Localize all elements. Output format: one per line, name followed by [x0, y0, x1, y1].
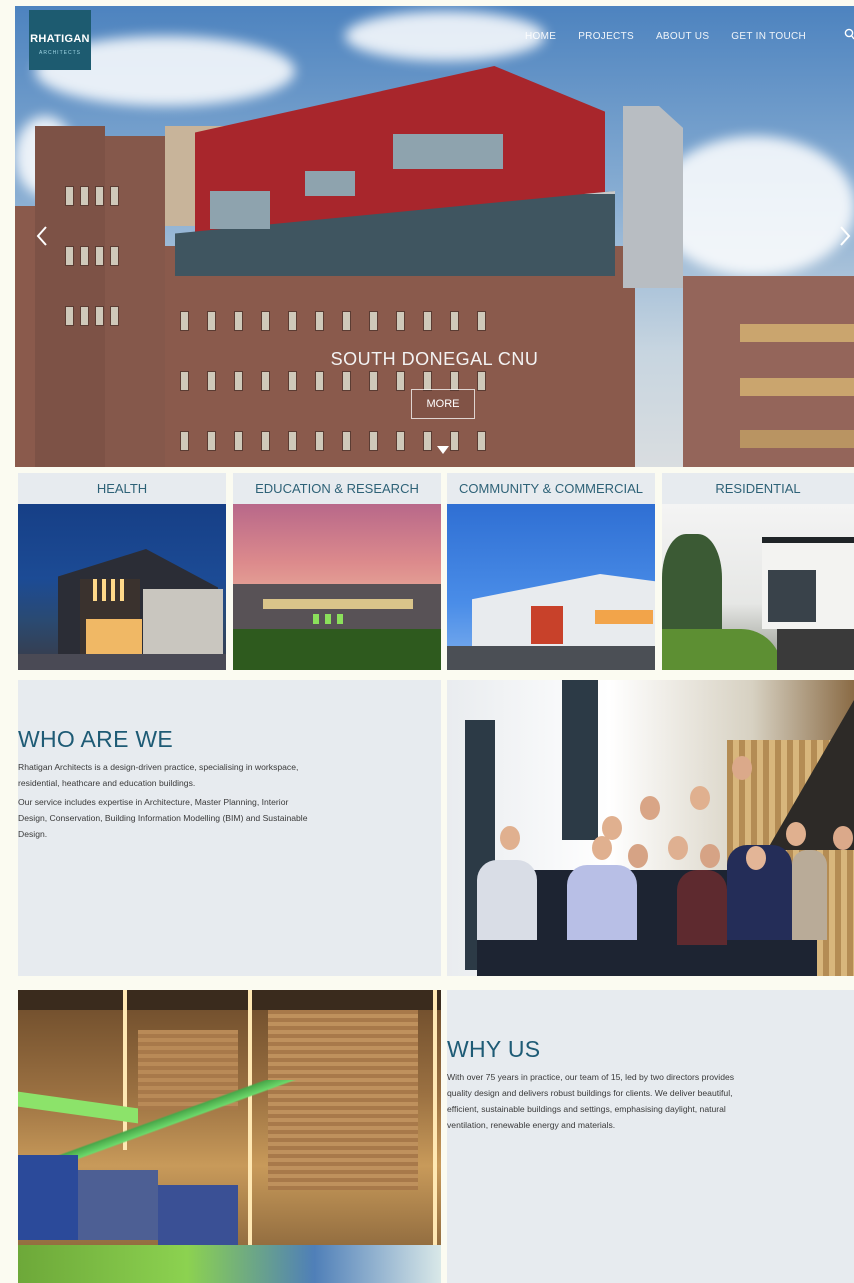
- more-button[interactable]: MORE: [411, 389, 475, 419]
- why-paragraph: With over 75 years in practice, our team…: [447, 1072, 735, 1130]
- category-label: COMMUNITY & COMMERCIAL: [459, 481, 643, 496]
- why-us-panel: WHY US With over 75 years in practice, o…: [447, 990, 854, 1283]
- category-image: [18, 504, 226, 670]
- who-paragraph-1: Rhatigan Architects is a design-driven p…: [18, 762, 299, 788]
- who-heading: WHO ARE WE: [18, 726, 174, 752]
- hero-window-row: [65, 246, 119, 266]
- nav-get-in-touch[interactable]: GET IN TOUCH: [731, 31, 806, 42]
- hero-window-band: [740, 324, 854, 342]
- team-photo: [447, 680, 854, 976]
- hero-building-tower: [35, 126, 105, 467]
- category-image: [662, 504, 854, 670]
- site-logo[interactable]: RHATIGAN ARCHITECTS: [29, 10, 91, 70]
- logo-subtitle: ARCHITECTS: [39, 50, 81, 56]
- category-health[interactable]: HEALTH: [18, 473, 226, 670]
- lecture-hall-photo: [18, 990, 441, 1283]
- main-nav: HOME PROJECTS ABOUT US GET IN TOUCH: [525, 31, 806, 42]
- hero-window-band: [740, 430, 854, 448]
- nav-projects[interactable]: PROJECTS: [578, 31, 634, 42]
- chevron-left-icon[interactable]: [35, 225, 49, 247]
- why-heading: WHY US: [447, 1036, 541, 1062]
- search-icon[interactable]: [844, 28, 854, 40]
- logo-name: RHATIGAN: [30, 33, 90, 45]
- hero-window-band: [740, 378, 854, 396]
- slide-title: SOUTH DONEGAL CNU: [330, 349, 539, 369]
- hero-cloud: [345, 11, 545, 61]
- hero-grey-tower: [623, 106, 683, 288]
- hero-window-row: [180, 371, 486, 391]
- chevron-right-icon[interactable]: [838, 225, 852, 247]
- hero-window-row: [65, 306, 119, 326]
- category-label: RESIDENTIAL: [715, 481, 801, 496]
- who-are-we-panel: WHO ARE WE Rhatigan Architects is a desi…: [18, 680, 441, 976]
- hero-window: [305, 171, 355, 196]
- category-label: EDUCATION & RESEARCH: [255, 481, 419, 496]
- category-image: [447, 504, 655, 670]
- nav-about-us[interactable]: ABOUT US: [656, 31, 709, 42]
- hero-building-left: [15, 206, 35, 467]
- hero-cloud: [655, 136, 854, 276]
- category-community-commercial[interactable]: COMMUNITY & COMMERCIAL: [447, 473, 655, 670]
- category-label: HEALTH: [96, 481, 148, 496]
- caret-down-icon[interactable]: [437, 446, 449, 454]
- hero-window-row: [180, 311, 486, 331]
- nav-home[interactable]: HOME: [525, 31, 556, 42]
- who-paragraph-2: Our service includes expertise in Archit…: [18, 797, 308, 839]
- hero-window: [210, 191, 270, 229]
- category-education-research[interactable]: EDUCATION & RESEARCH: [233, 473, 441, 670]
- hero-window-row: [65, 186, 119, 206]
- hero-window: [393, 134, 503, 169]
- category-image: [233, 504, 441, 670]
- category-residential[interactable]: RESIDENTIAL: [662, 473, 854, 670]
